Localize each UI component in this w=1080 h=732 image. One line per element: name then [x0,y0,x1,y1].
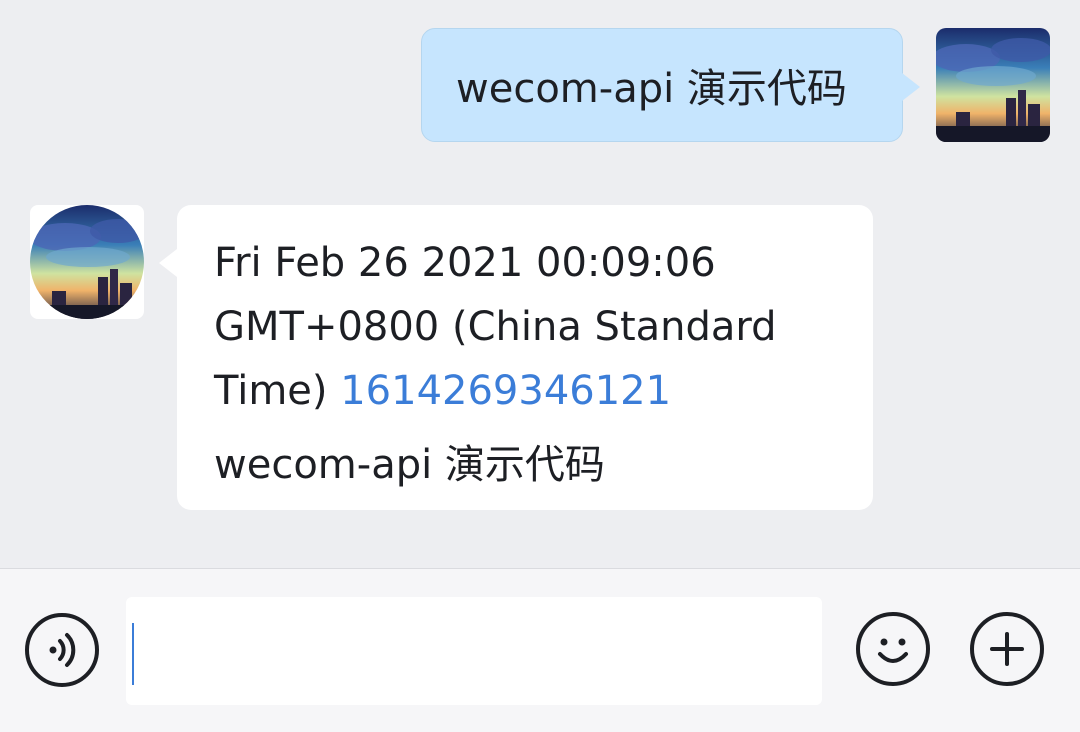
contact-avatar [30,205,144,319]
incoming-message-bubble[interactable]: Fri Feb 26 2021 00:09:06 GMT+0800 (China… [159,205,873,510]
more-button[interactable] [970,612,1044,686]
contact-avatar-frame[interactable] [30,205,144,319]
avatar-image [936,28,1050,142]
voice-icon [49,633,76,667]
bubble-tail [902,73,920,101]
plus-icon [990,632,1024,666]
voice-button[interactable] [25,613,99,687]
smiley-icon [878,638,908,663]
chat-area: wecom-api 演示代码 Fri Feb 26 2021 00:09:06 … [0,0,1080,568]
incoming-message-text: wecom-api 演示代码 [214,442,605,488]
timestamp-link[interactable]: 1614269346121 [340,368,671,414]
emoji-button[interactable] [856,612,930,686]
input-toolbar [0,568,1080,732]
outgoing-message-text: wecom-api 演示代码 [456,66,847,112]
text-caret [132,623,134,685]
outgoing-message-bubble[interactable]: wecom-api 演示代码 [421,28,920,142]
my-avatar[interactable] [936,28,1050,142]
avatar-image [30,205,144,319]
bubble-tail [159,249,177,277]
incoming-message-body: Fri Feb 26 2021 00:09:06 GMT+0800 (China… [214,231,843,423]
message-input[interactable] [126,597,822,705]
